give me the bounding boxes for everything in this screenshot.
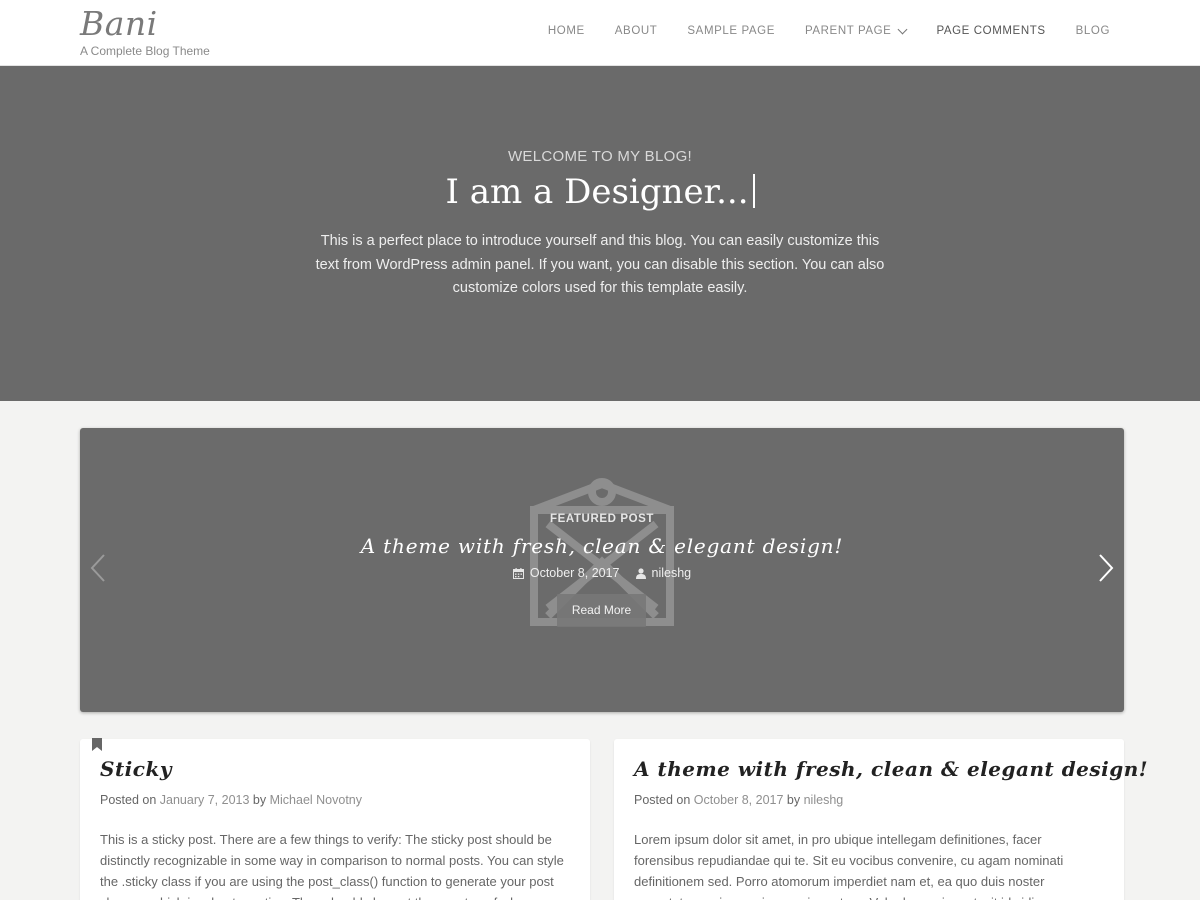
- featured-post-label: FEATURED POST: [549, 513, 655, 525]
- post-author-link[interactable]: Michael Novotny: [270, 793, 362, 807]
- hero-section: WELCOME TO MY BLOG! I am a Designer... T…: [0, 66, 1200, 401]
- featured-slider: FEATURED POST A theme with fresh, clean …: [80, 428, 1124, 712]
- featured-post-meta: October 8, 2017 nileshg: [80, 566, 1124, 580]
- post-meta: Posted on October 8, 2017 by nileshg: [634, 793, 843, 807]
- featured-post-date-text[interactable]: October 8, 2017: [530, 566, 620, 580]
- featured-post-author-name[interactable]: nileshg: [652, 566, 692, 580]
- hero-intro-text: This is a perfect place to introduce you…: [315, 233, 885, 296]
- nav-about[interactable]: ABOUT: [615, 25, 658, 37]
- posted-on-label: Posted on: [634, 793, 691, 807]
- nav-page-comments[interactable]: PAGE COMMENTS: [936, 25, 1045, 37]
- nav-home[interactable]: HOME: [548, 25, 585, 37]
- post-meta: Posted on January 7, 2013 by Michael Nov…: [100, 793, 362, 807]
- bookmark-icon: [92, 738, 102, 751]
- by-label: by: [786, 793, 801, 807]
- post-title[interactable]: A theme with fresh, clean & elegant desi…: [634, 757, 1148, 781]
- nav-parent-page[interactable]: PARENT PAGE: [804, 24, 908, 37]
- site-header: Bani A Complete Blog Theme HOME ABOUT SA…: [0, 0, 1200, 66]
- post-card: Sticky Posted on January 7, 2013 by Mich…: [80, 738, 590, 900]
- main-navigation: HOME ABOUT SAMPLE PAGE PARENT PAGE PAGE …: [548, 24, 1110, 37]
- user-icon: [635, 567, 646, 579]
- site-title[interactable]: Bani: [80, 4, 158, 43]
- hero-kicker: WELCOME TO MY BLOG!: [507, 148, 693, 165]
- post-excerpt: Lorem ipsum dolor sit amet, in pro ubiqu…: [634, 832, 1064, 900]
- site-description: A Complete Blog Theme: [80, 44, 210, 58]
- post-title[interactable]: Sticky: [100, 757, 172, 781]
- typing-caret: [752, 174, 755, 208]
- nav-blog[interactable]: BLOG: [1076, 25, 1110, 37]
- post-date-link[interactable]: January 7, 2013: [160, 793, 250, 807]
- featured-post-title[interactable]: A theme with fresh, clean & elegant desi…: [80, 534, 1124, 558]
- hero-title: I am a Designer...: [0, 172, 1200, 212]
- featured-post-date: October 8, 2017: [512, 566, 620, 580]
- featured-post-author: nileshg: [635, 566, 692, 580]
- chevron-down-icon: [898, 24, 908, 34]
- hero-title-text: I am a Designer...: [445, 172, 749, 212]
- post-card: A theme with fresh, clean & elegant desi…: [614, 739, 1148, 900]
- calendar-icon: [512, 567, 524, 579]
- nav-sample-page[interactable]: SAMPLE PAGE: [687, 25, 775, 37]
- post-date-link[interactable]: October 8, 2017: [694, 793, 784, 807]
- slider-prev-arrow-icon[interactable]: [90, 554, 106, 582]
- slider-next-arrow-icon[interactable]: [1098, 554, 1114, 582]
- by-label: by: [252, 793, 267, 807]
- post-author-link[interactable]: nileshg: [804, 793, 844, 807]
- posted-on-label: Posted on: [100, 793, 157, 807]
- nav-parent-page-label: PARENT PAGE: [804, 25, 892, 37]
- post-excerpt: This is a sticky post. There are a few t…: [100, 832, 564, 900]
- read-more-button[interactable]: Read More: [557, 594, 646, 627]
